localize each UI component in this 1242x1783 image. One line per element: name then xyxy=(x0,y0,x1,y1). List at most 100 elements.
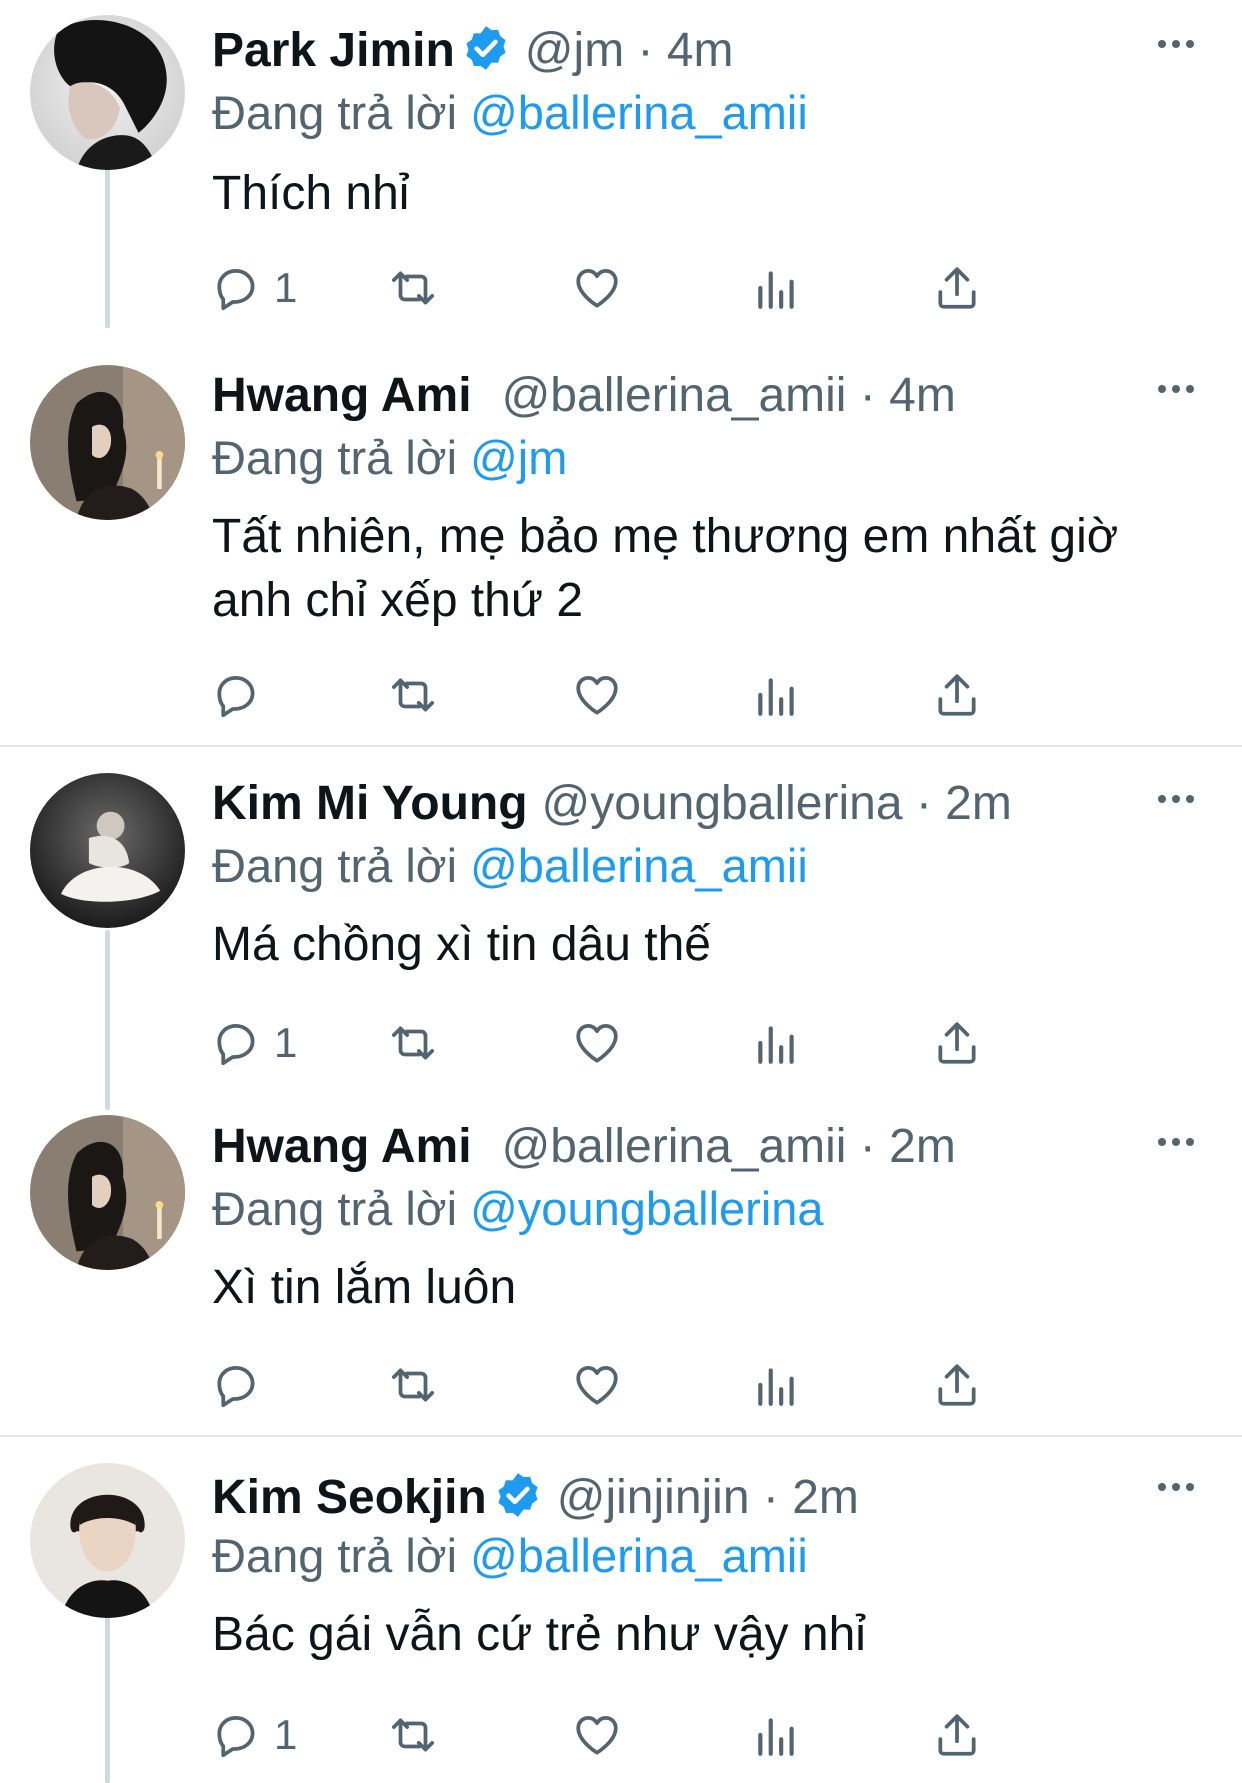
views-button[interactable] xyxy=(752,258,802,318)
heart-icon xyxy=(576,1366,618,1405)
views-icon xyxy=(758,271,794,309)
reply-mention-link[interactable]: @ballerina_amii xyxy=(470,839,808,892)
retweet-icon xyxy=(391,1368,435,1402)
more-icon[interactable] xyxy=(1154,22,1198,66)
views-icon xyxy=(758,1368,794,1406)
share-button[interactable] xyxy=(932,665,982,725)
like-button[interactable] xyxy=(572,665,622,725)
avatar-image xyxy=(30,15,185,170)
views-icon xyxy=(758,1718,794,1756)
verified-badge-icon xyxy=(461,23,511,73)
retweet-button[interactable] xyxy=(388,258,438,318)
retweet-button[interactable] xyxy=(388,1355,438,1415)
reply-mention-link[interactable]: @ballerina_amii xyxy=(470,86,808,139)
tweet[interactable]: Kim Mi Young @youngballerina · 2m Đang tr… xyxy=(0,755,1242,1095)
author-name[interactable]: Kim Seokjin xyxy=(212,1471,487,1524)
avatar[interactable] xyxy=(30,15,185,170)
reply-mention-link[interactable]: @jm xyxy=(470,431,567,484)
reply-context: Đang trả lời @jm xyxy=(212,427,567,489)
reply-button[interactable]: 1 xyxy=(212,1013,297,1073)
retweet-button[interactable] xyxy=(388,665,438,725)
reply-icon xyxy=(217,1024,255,1066)
retweet-icon xyxy=(391,678,435,712)
author-name[interactable]: Kim Mi Young xyxy=(212,777,528,830)
like-button[interactable] xyxy=(572,1013,622,1073)
tweet[interactable]: Park Jimin @jm · 4m Đang trả lời @balleri… xyxy=(0,0,1242,330)
reply-icon xyxy=(217,269,255,311)
like-button[interactable] xyxy=(572,1355,622,1415)
conversation-divider xyxy=(0,1435,1242,1437)
tweet-header: Park Jimin @jm · 4m xyxy=(212,20,1152,82)
verified-badge-icon xyxy=(493,1470,543,1520)
heart-icon xyxy=(576,269,618,308)
views-button[interactable] xyxy=(752,1013,802,1073)
more-icon[interactable] xyxy=(1154,777,1198,821)
share-icon xyxy=(938,1364,976,1406)
handle-and-time: @jinjinjin · 2m xyxy=(556,1471,859,1524)
share-icon xyxy=(938,674,976,716)
share-button[interactable] xyxy=(932,1355,982,1415)
reply-button[interactable] xyxy=(212,665,274,725)
reply-prefix: Đang trả lời xyxy=(212,431,458,484)
tweet-text: Bác gái vẫn cứ trẻ như vậy nhỉ xyxy=(212,1608,866,1661)
reply-icon xyxy=(217,1366,255,1408)
views-button[interactable] xyxy=(752,665,802,725)
reply-prefix: Đang trả lời xyxy=(212,839,458,892)
share-icon xyxy=(938,1714,976,1756)
share-button[interactable] xyxy=(932,1013,982,1073)
heart-icon xyxy=(576,1716,618,1755)
tweet[interactable]: Kim Seokjin @jinjinjin · 2m Đang trả lời … xyxy=(0,1445,1242,1783)
tweet-actions xyxy=(212,1355,1092,1415)
retweet-icon xyxy=(391,1718,435,1752)
author-name[interactable]: Hwang Ami xyxy=(212,1120,472,1173)
reply-context: Đang trả lời @ballerina_amii xyxy=(212,82,808,144)
more-icon[interactable] xyxy=(1154,367,1198,411)
tweet-header: Hwang Ami @ballerina_amii · 2m xyxy=(212,1116,1152,1178)
tweet-text: Xì tin lắm luôn xyxy=(212,1261,517,1314)
tweet-text: Má chồng xì tin dâu thế xyxy=(212,918,711,971)
reply-button[interactable] xyxy=(212,1355,274,1415)
share-icon xyxy=(938,267,976,309)
avatar[interactable] xyxy=(30,365,185,520)
views-icon xyxy=(758,1026,794,1064)
retweet-button[interactable] xyxy=(388,1013,438,1073)
share-button[interactable] xyxy=(932,1705,982,1765)
handle-and-time: @ballerina_amii · 4m xyxy=(501,369,956,422)
reply-mention-link[interactable]: @ballerina_amii xyxy=(470,1529,808,1582)
tweet-text: Tất nhiên, mẹ bảo mẹ thương em nhất giờ … xyxy=(212,510,1119,627)
tweet-actions: 1 xyxy=(212,1013,1092,1073)
reply-context: Đang trả lời @youngballerina xyxy=(212,1178,824,1240)
share-button[interactable] xyxy=(932,258,982,318)
reply-icon xyxy=(217,1716,255,1758)
tweet[interactable]: Hwang Ami @ballerina_amii · 2m Đang trả l… xyxy=(0,1100,1242,1435)
reply-count: 1 xyxy=(274,1019,298,1066)
handle-and-time: @jm · 4m xyxy=(524,24,734,77)
author-name[interactable]: Park Jimin xyxy=(212,24,455,77)
reply-context: Đang trả lời @ballerina_amii xyxy=(212,835,808,897)
tweet-text: Thích nhỉ xyxy=(212,167,410,220)
retweet-button[interactable] xyxy=(388,1705,438,1765)
share-icon xyxy=(938,1022,976,1064)
reply-mention-link[interactable]: @youngballerina xyxy=(470,1182,823,1235)
tweet-header: Kim Mi Young @youngballerina · 2m xyxy=(212,773,1152,835)
views-button[interactable] xyxy=(752,1705,802,1765)
avatar[interactable] xyxy=(30,1115,185,1270)
more-icon[interactable] xyxy=(1154,1120,1198,1164)
avatar[interactable] xyxy=(30,773,185,928)
reply-button[interactable]: 1 xyxy=(212,1705,297,1765)
like-button[interactable] xyxy=(572,1705,622,1765)
handle-and-time: @youngballerina · 2m xyxy=(541,777,1012,830)
author-name[interactable]: Hwang Ami xyxy=(212,369,472,422)
reply-button[interactable]: 1 xyxy=(212,258,297,318)
tweet-actions: 1 xyxy=(212,258,1092,318)
reply-icon xyxy=(217,676,255,718)
tweet[interactable]: Hwang Ami @ballerina_amii · 4m Đang trả l… xyxy=(0,345,1242,745)
more-icon[interactable] xyxy=(1154,1465,1198,1509)
avatar[interactable] xyxy=(30,1463,185,1618)
avatar-image xyxy=(30,365,185,520)
views-button[interactable] xyxy=(752,1355,802,1415)
like-button[interactable] xyxy=(572,258,622,318)
tweet-actions xyxy=(212,665,1092,725)
retweet-icon xyxy=(391,271,435,305)
reply-prefix: Đang trả lời xyxy=(212,1529,458,1582)
